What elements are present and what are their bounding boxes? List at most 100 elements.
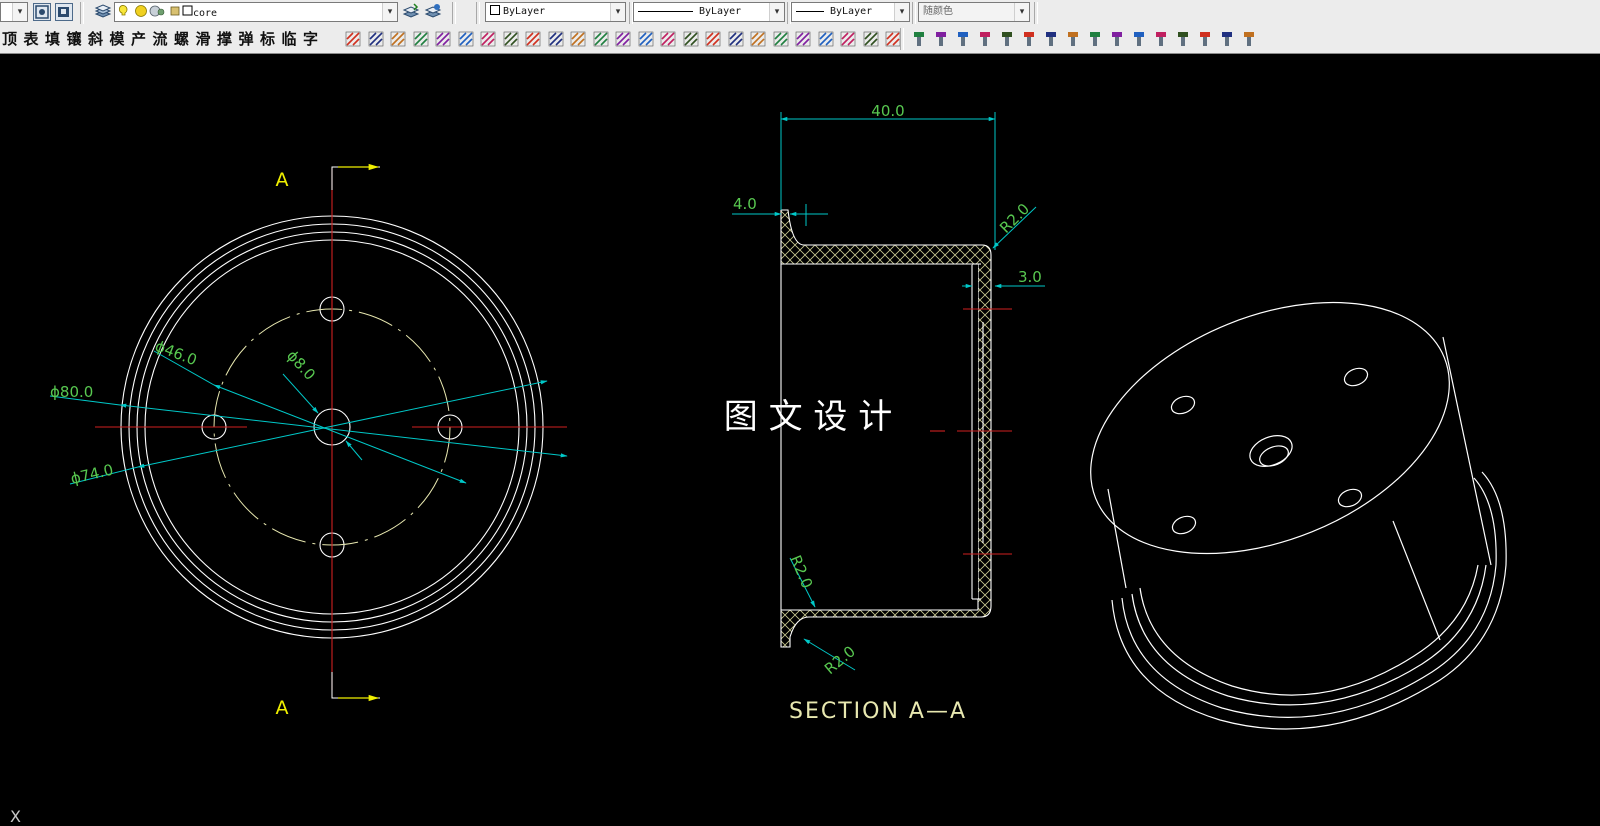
- parts-icon[interactable]: [1020, 30, 1038, 48]
- front-view: A A ϕ80.0 ϕ74.0 ϕ46.0 ϕ8.0: [49, 163, 568, 719]
- ucs-x-label: X: [10, 807, 21, 826]
- dim-center-hole: ϕ8.0: [283, 347, 319, 384]
- offset-mark-icon[interactable]: [817, 30, 835, 48]
- linetype-value: ByLayer: [699, 6, 742, 17]
- target-icon[interactable]: [998, 30, 1016, 48]
- chevron-down-icon: ▾: [12, 3, 27, 21]
- triangle-icon[interactable]: [569, 30, 587, 48]
- layer-manager-icon[interactable]: [94, 3, 112, 21]
- slope-icon[interactable]: [479, 30, 497, 48]
- toolbar-separator: [452, 2, 456, 24]
- chevron-down-icon: ▾: [610, 3, 625, 21]
- watermark-text: 图 文 设 计: [724, 397, 892, 437]
- spring-icon[interactable]: [1086, 30, 1104, 48]
- menu-item-11[interactable]: 弹: [239, 30, 254, 48]
- layer-combo[interactable]: core ▾: [114, 2, 398, 22]
- section-dimension-lines: [732, 112, 1045, 671]
- screw-icon[interactable]: [1174, 30, 1192, 48]
- iso-bolt-hole-2: [1343, 367, 1369, 387]
- section-label: SECTION A—A: [789, 699, 967, 724]
- center-mark-icon[interactable]: [344, 30, 362, 48]
- menu-item-3[interactable]: 镶: [67, 30, 82, 48]
- menu-item-1[interactable]: 表: [24, 30, 39, 48]
- break-icon[interactable]: [592, 30, 610, 48]
- make-layer-current-icon[interactable]: [402, 3, 420, 21]
- ejector-icon[interactable]: [932, 30, 950, 48]
- parting-icon[interactable]: [502, 30, 520, 48]
- dimension-icon[interactable]: [367, 30, 385, 48]
- layer-states-icon[interactable]: [424, 3, 442, 21]
- menu-item-4[interactable]: 斜: [88, 30, 103, 48]
- toolbar-separator: [912, 2, 916, 24]
- layer-name: core: [193, 8, 218, 19]
- menu-item-12[interactable]: 标: [260, 30, 275, 48]
- angle-line-icon[interactable]: [772, 30, 790, 48]
- menu-item-2[interactable]: 填: [45, 30, 60, 48]
- iso-seam-line: [1392, 520, 1441, 641]
- support-icon[interactable]: [1240, 30, 1258, 48]
- linetype-swatch: [638, 10, 693, 12]
- arc-icon[interactable]: [727, 30, 745, 48]
- rectangle-icon[interactable]: [794, 30, 812, 48]
- line-pair-icon[interactable]: [547, 30, 565, 48]
- bushing-icon[interactable]: [1130, 30, 1148, 48]
- mold-library-icon[interactable]: [910, 30, 928, 48]
- diagonal-icon[interactable]: [637, 30, 655, 48]
- lineweight-swatch: [796, 10, 824, 12]
- hatch-icon[interactable]: [614, 30, 632, 48]
- iso-bolt-hole-4: [1171, 515, 1197, 535]
- menu-item-5[interactable]: 模: [110, 30, 125, 48]
- vertical-dim-icon[interactable]: [749, 30, 767, 48]
- chevron-down-icon: ▾: [382, 3, 397, 21]
- linetype-combo[interactable]: ByLayer ▾: [633, 2, 785, 22]
- draft-icon[interactable]: [434, 30, 452, 48]
- horizontal-mark-icon[interactable]: [839, 30, 857, 48]
- dim-flange: 4.0: [733, 195, 757, 213]
- dim-width: 40.0: [871, 102, 904, 120]
- menu-item-14[interactable]: 字: [303, 30, 318, 48]
- toolbar-separator: [1034, 2, 1038, 24]
- menu-item-8[interactable]: 螺: [174, 30, 189, 48]
- pin-icon[interactable]: [1042, 30, 1060, 48]
- iso-bolt-hole-1: [1170, 395, 1196, 415]
- slash-icon[interactable]: [659, 30, 677, 48]
- dim-radius-top: R2.0: [996, 200, 1033, 237]
- component-icon[interactable]: [954, 30, 972, 48]
- iso-silhouette-left: [1107, 488, 1127, 589]
- offset-icon[interactable]: [412, 30, 430, 48]
- cross-icon[interactable]: [1196, 30, 1214, 48]
- sprue-icon[interactable]: [1218, 30, 1236, 48]
- isometric-view: [1090, 301, 1507, 730]
- menu-item-6[interactable]: 产: [131, 30, 146, 48]
- dimension-text-icon[interactable]: [682, 30, 700, 48]
- dim-bolt-circle: ϕ46.0: [153, 337, 200, 369]
- color-combo[interactable]: ByLayer ▾: [485, 2, 626, 22]
- workspace-combo[interactable]: ▾: [0, 2, 28, 22]
- match-layer-icon[interactable]: [33, 3, 51, 21]
- layer-previous-icon[interactable]: [55, 3, 73, 21]
- fillet-icon[interactable]: [704, 30, 722, 48]
- menu-item-0[interactable]: 顶: [2, 30, 17, 48]
- spacer-icon[interactable]: [862, 30, 880, 48]
- rib-icon[interactable]: [457, 30, 475, 48]
- menu-item-10[interactable]: 撑: [217, 30, 232, 48]
- stand-icon[interactable]: [1064, 30, 1082, 48]
- guide-icon[interactable]: [1108, 30, 1126, 48]
- link-icon[interactable]: [976, 30, 994, 48]
- menu-item-9[interactable]: 滑: [196, 30, 211, 48]
- dim-inner-diameter: ϕ74.0: [69, 461, 115, 488]
- plotstyle-combo[interactable]: 随颜色 ▾: [918, 2, 1030, 22]
- menu-item-13[interactable]: 临: [282, 30, 297, 48]
- toolbar-separator: [476, 2, 480, 24]
- drawing-canvas[interactable]: A A ϕ80.0 ϕ74.0 ϕ46.0 ϕ8.0 40.0 4.0 R2.0…: [0, 54, 1600, 826]
- balance-icon[interactable]: [524, 30, 542, 48]
- section-cut-marks: [331, 166, 380, 699]
- iso-silhouette-right: [1442, 336, 1492, 566]
- block-icon[interactable]: [1152, 30, 1170, 48]
- iso-flange-outer: [1111, 471, 1507, 730]
- hatch-line-icon[interactable]: [389, 30, 407, 48]
- section-outline: [780, 263, 984, 610]
- lineweight-combo[interactable]: ByLayer ▾: [791, 2, 910, 22]
- chevron-down-icon: ▾: [769, 3, 784, 21]
- menu-item-7[interactable]: 流: [153, 30, 168, 48]
